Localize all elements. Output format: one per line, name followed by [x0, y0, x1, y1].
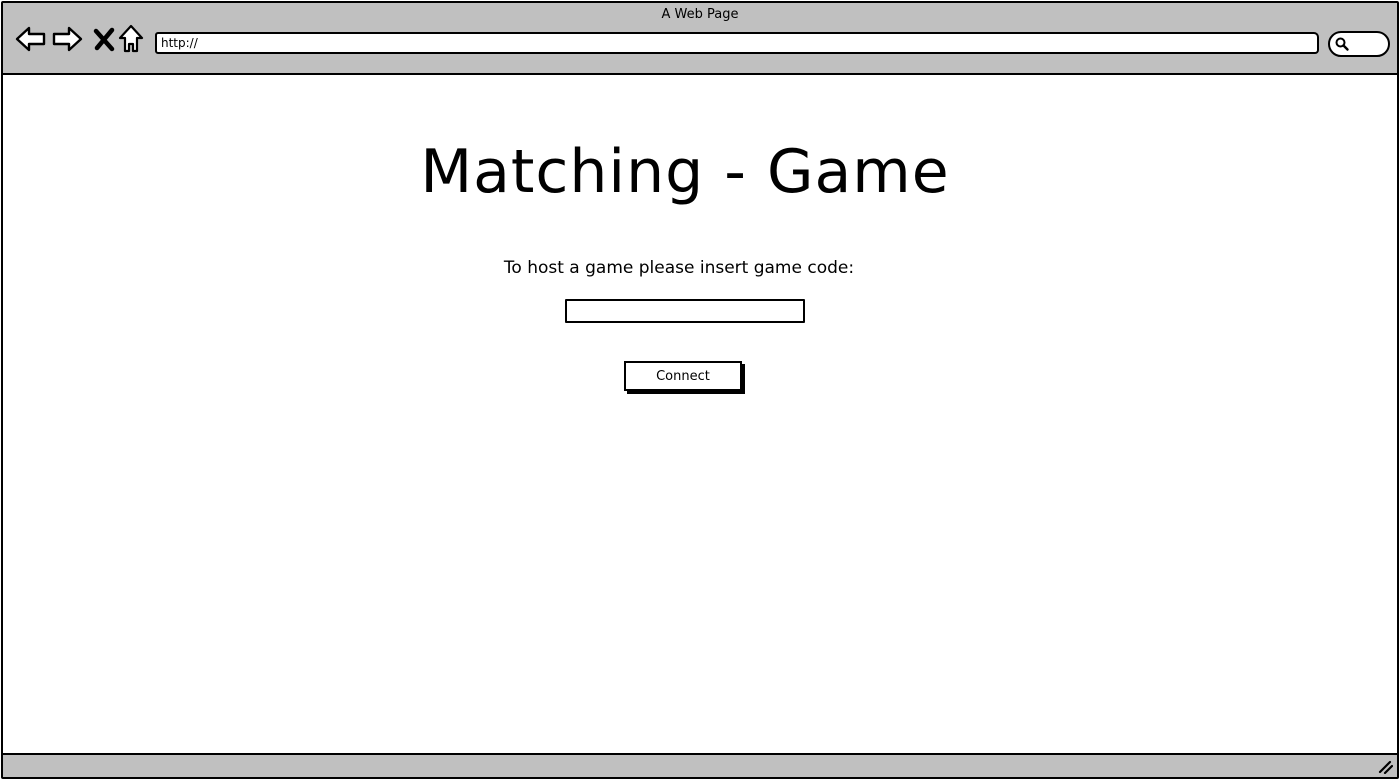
search-icon — [1335, 37, 1349, 51]
game-code-input[interactable] — [565, 299, 805, 323]
browser-toolbar: A Web Page http:// — [3, 3, 1397, 75]
game-code-prompt: To host a game please insert game code: — [503, 258, 855, 278]
browser-window: A Web Page http:// Matching - Game To ho… — [1, 1, 1399, 779]
search-field[interactable] — [1328, 31, 1390, 57]
home-icon[interactable] — [116, 23, 148, 55]
resize-grip-icon[interactable] — [1377, 758, 1393, 774]
window-title: A Web Page — [661, 7, 739, 22]
back-arrow-icon[interactable] — [15, 23, 47, 55]
url-bar[interactable]: http:// — [155, 32, 1319, 54]
connect-button[interactable]: Connect — [624, 361, 742, 391]
status-bar — [3, 753, 1397, 777]
forward-arrow-icon[interactable] — [51, 23, 83, 55]
page-title: Matching - Game — [420, 137, 950, 207]
